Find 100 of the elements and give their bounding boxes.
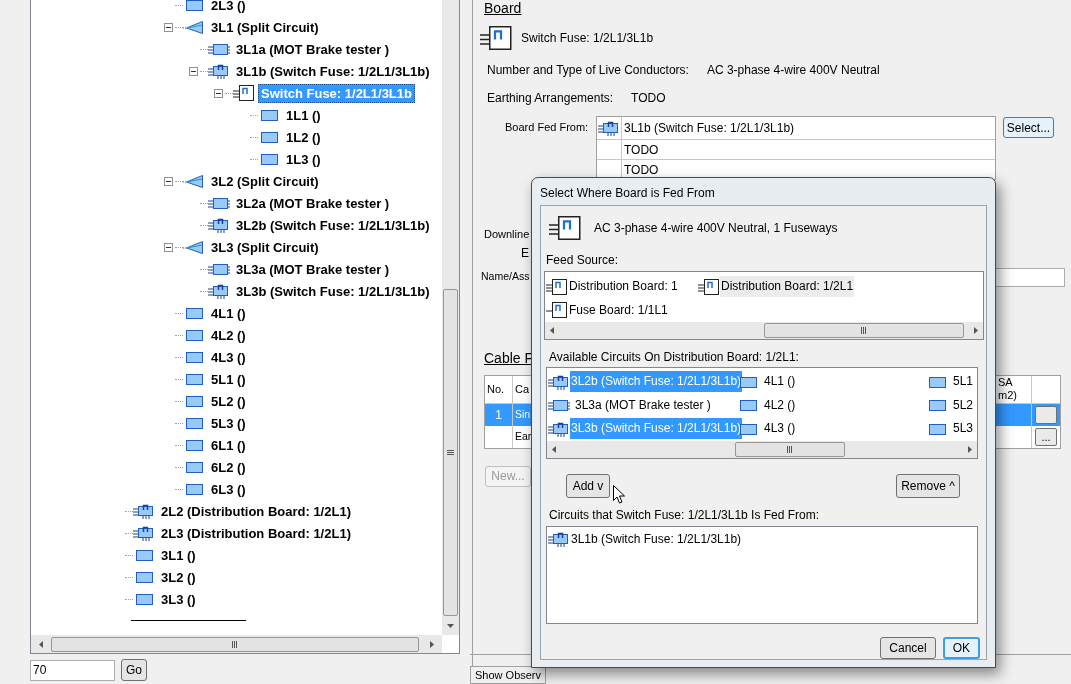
switch-fuse-icon [598,120,620,136]
column-header: No. [485,375,513,403]
collapse-icon[interactable] [163,176,173,186]
right-arrow-icon[interactable] [968,445,972,453]
tree-item[interactable]: 1L3 () [283,149,324,169]
grip-icon [447,449,454,456]
tree-item[interactable]: 2L3 () [208,0,249,15]
tree-item[interactable]: 3L2 () [158,567,199,587]
select-button[interactable]: Select... [1003,117,1054,138]
tree-item[interactable]: 3L1 (Split Circuit) [208,17,322,37]
table-cell-text: TODO [623,141,660,159]
tree-item[interactable]: 3L3 (Split Circuit) [208,237,322,257]
tree-item[interactable]: 2L3 (Distribution Board: 1/2L1) [158,523,354,543]
collapse-icon[interactable] [163,22,173,32]
scrollbar-thumb[interactable] [735,441,845,457]
tree-item[interactable]: 4L2 () [208,325,249,345]
tree-item[interactable]: 6L3 () [208,479,249,499]
tree-item[interactable]: 5L2 () [208,391,249,411]
field-value: AC 3-phase 4-wire 400V Neutral [706,62,880,79]
list-item[interactable]: 4L3 () [763,418,797,440]
dialog-button[interactable]: OK [942,637,980,659]
list-label: Circuits that Switch Fuse: 1/2L1/3L1b Is Fed From: [549,506,820,524]
load-icon [208,261,230,277]
tree-item[interactable]: 3L2 (Split Circuit) [208,171,322,191]
left-arrow-icon[interactable] [39,640,43,648]
field-label: Name/Ass [481,269,531,285]
ellipsis-button[interactable] [1035,405,1057,424]
tree-item[interactable]: 6L1 () [208,435,249,455]
show-observations-button[interactable]: Show Observ [470,666,547,684]
tree-item[interactable]: 3L1b (Switch Fuse: 1/2L1/3L1b) [233,61,433,81]
horizontal-scrollbar[interactable] [547,440,977,458]
circuit-icon [737,397,759,414]
load-icon [208,195,230,211]
scrollbar-thumb[interactable] [764,323,964,339]
switch-fuse-icon [208,217,230,233]
tree-item[interactable]: 6L2 () [208,457,249,477]
circuit-icon [926,397,948,414]
board-icon [233,85,255,101]
add-button[interactable]: Add v [566,473,610,498]
right-arrow-icon[interactable] [430,640,434,648]
list-item[interactable]: 3L1b (Switch Fuse: 1/2L1/3L1b) [570,528,743,550]
board-name: Switch Fuse: 1/2L1/3L1b [521,30,654,47]
horizontal-scrollbar[interactable] [545,322,983,340]
scrollbar-thumb[interactable] [51,636,419,652]
ellipsis-button[interactable]: ... [1035,427,1057,446]
tree-item[interactable]: 3L3b (Switch Fuse: 1/2L1/3L1b) [233,281,433,301]
switch-fuse-icon [548,531,570,548]
switch-fuse-icon [208,63,230,79]
go-button[interactable]: Go [121,659,147,681]
list-item[interactable]: Distribution Board: 1 [568,276,679,297]
scrollbar-thumb[interactable] [443,289,458,616]
circuit-icon [183,371,205,387]
board-icon [698,278,720,295]
vertical-scrollbar[interactable] [442,0,459,635]
horizontal-scrollbar[interactable] [31,635,442,653]
field-label: Earthing Arrangements: [487,90,614,107]
field-label: Downline [484,227,530,242]
table-cell-text: Sin [515,406,531,422]
switch-fuse-icon [548,373,570,390]
list-label: Available Circuits On Distribution Board: 1/2L1: [549,349,799,367]
grip-icon [861,327,867,335]
load-icon [548,397,570,414]
switch-fuse-icon [133,525,155,541]
tree-item[interactable]: 4L1 () [208,303,249,323]
tree-item[interactable]: 5L3 () [208,413,249,433]
collapse-icon[interactable] [163,242,173,252]
circuit-icon [133,591,155,607]
list-item[interactable]: Distribution Board: 1/2L1 [720,276,855,297]
circuit-icon [183,327,205,343]
list-item[interactable]: 5L3 [952,418,975,440]
down-arrow-icon[interactable] [447,623,454,628]
tree-item[interactable]: 3L2b (Switch Fuse: 1/2L1/3L1b) [233,215,433,235]
tree-item[interactable]: 1L1 () [283,105,324,125]
tree-item[interactable]: 3L3 () [158,589,199,609]
dialog-button[interactable]: Cancel [880,637,936,659]
left-arrow-icon[interactable] [550,327,554,335]
tree-item[interactable]: 3L3a (MOT Brake tester ) [233,259,393,279]
table-cell-text: 3L1b (Switch Fuse: 1/2L1/3L1b) [623,120,796,137]
tree-item[interactable]: 1L2 () [283,127,324,147]
tree-item[interactable]: 5L1 () [208,369,249,389]
tree-item[interactable]: 4L3 () [208,347,249,367]
board-summary: AC 3-phase 4-wire 400V Neutral, 1 Fuseways [594,220,838,237]
tree-item[interactable]: 3L2a (MOT Brake tester ) [233,193,393,213]
tree-item[interactable]: 3L1 () [158,545,199,565]
switch-fuse-icon [133,503,155,519]
remove-button[interactable]: Remove ^ [896,473,960,498]
tree-item[interactable]: 3L1a (MOT Brake tester ) [233,39,393,59]
field-label: Board Fed From: [505,120,590,135]
collapse-icon[interactable] [188,66,198,76]
section-heading: Board [484,0,522,16]
collapse-icon[interactable] [213,88,223,98]
list-item[interactable]: Fuse Board: 1/1L1 [568,299,669,321]
circuit-icon [258,129,280,145]
tree-item[interactable]: 2L2 (Distribution Board: 1/2L1) [158,501,354,521]
number-input[interactable]: 70 [30,659,115,681]
right-arrow-icon[interactable] [974,327,978,335]
circuit-icon [133,569,155,585]
left-arrow-icon[interactable] [552,445,556,453]
load-icon [208,41,230,57]
field-label: E [521,244,529,262]
